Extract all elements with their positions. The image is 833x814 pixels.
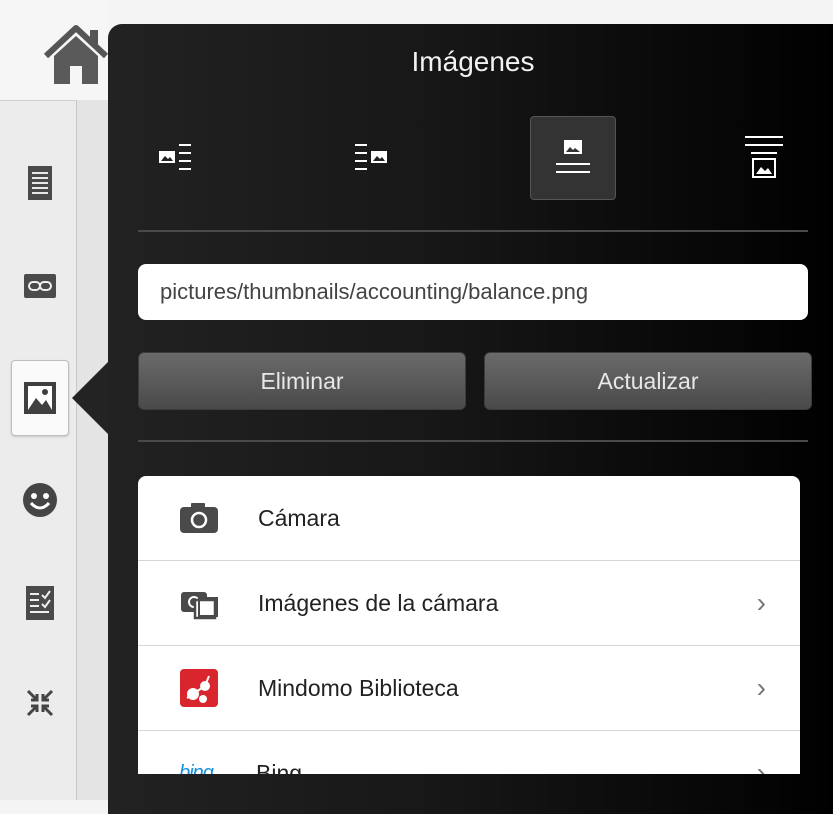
source-label: Cámara	[258, 504, 340, 531]
home-icon[interactable]	[40, 18, 112, 90]
align-left-button[interactable]	[134, 116, 218, 198]
source-camera-images[interactable]: Imágenes de la cámara ›	[138, 561, 800, 646]
align-image-center-icon	[556, 140, 590, 173]
chevron-right-icon: ›	[756, 757, 766, 774]
gallery-icon	[181, 592, 218, 620]
panel-pointer	[72, 360, 110, 436]
align-below-button[interactable]	[722, 116, 806, 198]
checklist-icon	[26, 586, 54, 620]
image-source-list: Cámara Imágenes de la cámara › Mindomo B…	[138, 476, 800, 774]
images-panel: Imágenes Eliminar Actualizar	[108, 24, 833, 814]
source-label: Imágenes de la cámara	[258, 589, 499, 616]
update-button[interactable]: Actualizar	[484, 352, 812, 410]
source-mindomo-library[interactable]: Mindomo Biblioteca ›	[138, 646, 800, 731]
collapse-tool-button[interactable]	[12, 675, 68, 731]
align-image-below-icon	[745, 136, 783, 178]
collapse-icon	[26, 689, 54, 717]
align-center-button[interactable]	[530, 116, 616, 200]
bing-logo: bing	[179, 761, 214, 775]
source-label: Bing	[256, 759, 303, 775]
image-path-input[interactable]	[138, 264, 808, 320]
source-label: Mindomo Biblioteca	[258, 674, 459, 701]
notes-tool-button[interactable]	[12, 155, 68, 211]
divider	[138, 230, 808, 232]
source-camera[interactable]: Cámara	[138, 476, 800, 561]
camera-icon	[180, 503, 218, 533]
mindomo-icon	[180, 669, 218, 707]
link-tool-button[interactable]	[12, 258, 68, 314]
emoticon-tool-button[interactable]	[12, 472, 68, 528]
source-bing[interactable]: bing Bing ›	[138, 731, 800, 774]
chevron-right-icon: ›	[756, 672, 766, 703]
delete-button[interactable]: Eliminar	[138, 352, 466, 410]
panel-title: Imágenes	[411, 46, 535, 77]
home-area	[0, 0, 109, 101]
divider	[138, 440, 808, 442]
smiley-icon	[23, 483, 57, 517]
image-icon	[24, 382, 56, 414]
notes-icon	[28, 166, 52, 200]
align-image-left-icon	[159, 144, 191, 170]
link-icon	[24, 274, 56, 298]
align-image-right-icon	[355, 144, 387, 170]
side-toolbar	[0, 0, 110, 800]
align-right-button[interactable]	[330, 116, 414, 198]
image-tool-button[interactable]	[11, 360, 69, 436]
chevron-right-icon: ›	[756, 587, 766, 618]
task-tool-button[interactable]	[12, 575, 68, 631]
toolbar-strip	[76, 100, 109, 800]
